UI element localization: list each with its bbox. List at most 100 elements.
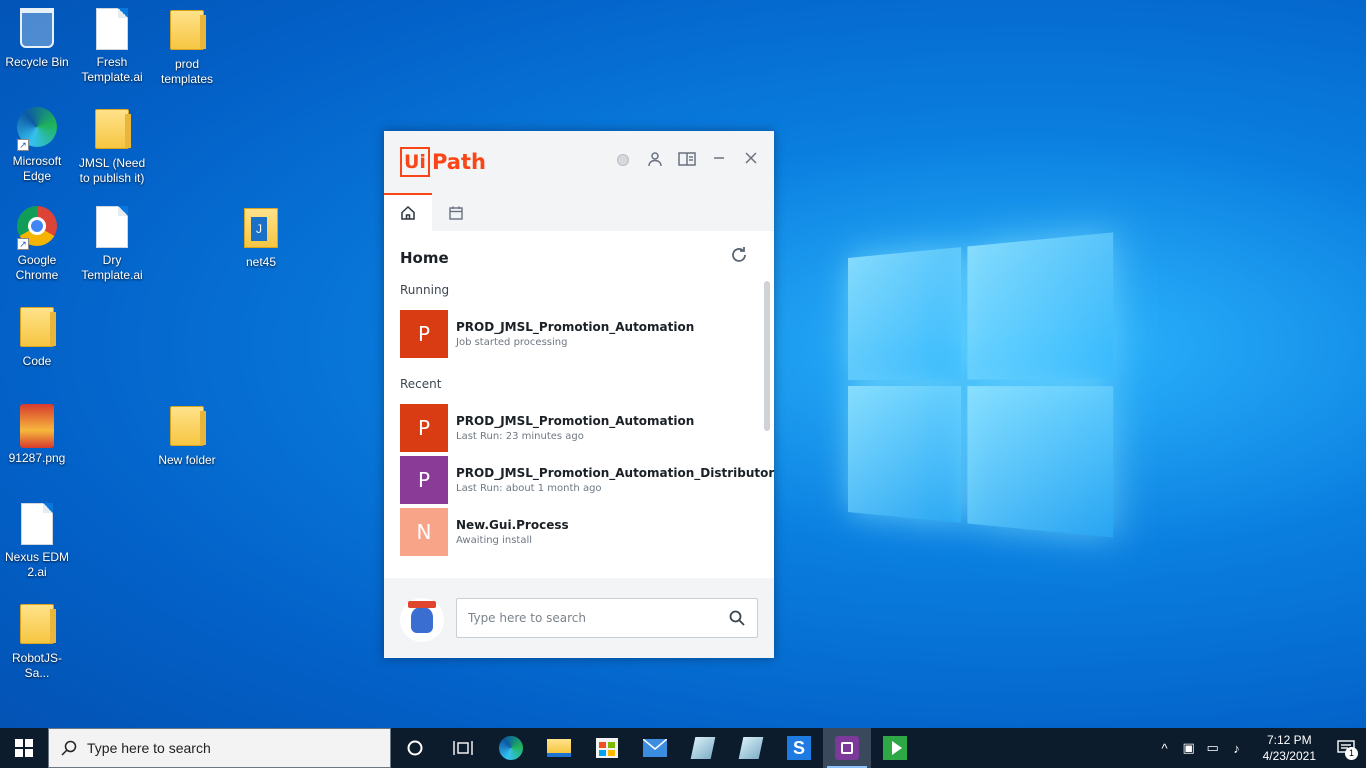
search-icon[interactable] bbox=[728, 609, 746, 627]
desktop-icon-label: Microsoft Edge bbox=[0, 154, 74, 184]
home-icon bbox=[400, 205, 416, 221]
display-icon[interactable]: ▭ bbox=[1201, 740, 1225, 756]
process-item[interactable]: P PROD_JMSL_Promotion_Automation Job sta… bbox=[400, 310, 750, 358]
clock[interactable]: 7:12 PM 4/23/2021 bbox=[1263, 732, 1316, 764]
logo-path-text: Path bbox=[432, 150, 486, 174]
desktop-icon-91287-png[interactable]: 91287.png bbox=[0, 404, 74, 466]
desktop-icon-net45[interactable]: J net45 bbox=[224, 206, 298, 270]
edge-icon: ↗ bbox=[17, 107, 57, 151]
close-icon[interactable] bbox=[742, 151, 760, 169]
windows-icon bbox=[15, 739, 33, 757]
clock-date: 4/23/2021 bbox=[1263, 748, 1316, 764]
desktop-icon-label: Fresh Template.ai bbox=[75, 55, 149, 85]
desktop-icon-jmsl[interactable]: JMSL (Need to publish it) bbox=[75, 107, 149, 186]
desktop-icon-new-folder[interactable]: New folder bbox=[150, 404, 224, 468]
volume-icon[interactable]: ♪ bbox=[1225, 741, 1249, 756]
page-title: Home bbox=[400, 249, 449, 267]
taskbar-uipath-studio[interactable]: S bbox=[775, 728, 823, 768]
desktop-icon-nexus-edm[interactable]: Nexus EDM 2.ai bbox=[0, 503, 74, 580]
user-icon[interactable] bbox=[646, 151, 664, 169]
task-view-button[interactable] bbox=[439, 728, 487, 768]
taskbar-store[interactable] bbox=[583, 728, 631, 768]
studio-icon: S bbox=[787, 736, 811, 760]
app-icon bbox=[691, 737, 716, 759]
logo-ui-text: Ui bbox=[400, 147, 430, 177]
task-view-icon bbox=[453, 739, 473, 757]
desktop-icon-microsoft-edge[interactable]: ↗ Microsoft Edge bbox=[0, 107, 74, 184]
taskbar-mail[interactable] bbox=[631, 728, 679, 768]
file-icon bbox=[17, 503, 57, 547]
file-icon bbox=[92, 206, 132, 250]
image-file-icon bbox=[17, 404, 57, 448]
process-status: Last Run: about 1 month ago bbox=[456, 483, 774, 494]
taskbar-app-2[interactable] bbox=[727, 728, 775, 768]
process-badge: P bbox=[400, 456, 448, 504]
process-status: Job started processing bbox=[456, 337, 694, 348]
assistant-search-box[interactable] bbox=[456, 598, 758, 638]
panel-toggle-icon[interactable] bbox=[678, 151, 696, 169]
robot-player-icon bbox=[883, 736, 907, 760]
folder-icon bbox=[167, 406, 207, 450]
folder-icon bbox=[547, 739, 571, 757]
connection-status-icon[interactable] bbox=[617, 154, 629, 166]
cortana-button[interactable] bbox=[391, 728, 439, 768]
app-icon bbox=[739, 737, 764, 759]
desktop-icon-label: Recycle Bin bbox=[0, 55, 74, 70]
home-panel: Home Running P PROD_JMSL_Promotion_Autom… bbox=[384, 231, 774, 578]
process-name: PROD_JMSL_Promotion_Automation bbox=[456, 320, 694, 334]
desktop-icon-code[interactable]: Code bbox=[0, 305, 74, 369]
assistant-search-input[interactable] bbox=[468, 611, 728, 625]
folder-icon bbox=[167, 10, 207, 54]
tab-bar bbox=[384, 195, 774, 231]
taskbar: Type here to search S ^ ▣ ▭ ♪ 7:12 PM 4/… bbox=[0, 728, 1366, 768]
start-button[interactable] bbox=[0, 728, 48, 768]
recycle-bin-icon bbox=[17, 8, 57, 52]
folder-icon bbox=[17, 604, 57, 648]
cortana-icon bbox=[406, 739, 424, 757]
desktop-icon-label: Nexus EDM 2.ai bbox=[0, 550, 74, 580]
file-icon bbox=[92, 8, 132, 52]
process-badge: P bbox=[400, 404, 448, 452]
notification-count-badge: 1 bbox=[1345, 747, 1358, 760]
taskbar-uipath-assistant[interactable] bbox=[823, 728, 871, 768]
tab-home[interactable] bbox=[384, 193, 432, 231]
taskbar-edge[interactable] bbox=[487, 728, 535, 768]
uipath-assistant-window: Ui Path Home Running P PROD_JMSL_Promoti… bbox=[384, 131, 774, 658]
recent-section-label: Recent bbox=[400, 377, 441, 391]
desktop-icon-robotjs[interactable]: RobotJS-Sa... bbox=[0, 602, 74, 681]
desktop-icon-prod-templates[interactable]: prod templates bbox=[150, 8, 224, 87]
notification-center-button[interactable]: 1 bbox=[1326, 728, 1366, 768]
taskbar-uipath-robot[interactable] bbox=[871, 728, 919, 768]
network-status-icon[interactable]: ▣ bbox=[1177, 740, 1201, 756]
taskbar-app-1[interactable] bbox=[679, 728, 727, 768]
desktop-icon-recycle-bin[interactable]: Recycle Bin bbox=[0, 8, 74, 70]
uipath-logo: Ui Path bbox=[400, 147, 486, 177]
desktop-icon-label: JMSL (Need to publish it) bbox=[75, 156, 149, 186]
system-tray: ^ ▣ ▭ ♪ 7:12 PM 4/23/2021 1 bbox=[1153, 728, 1366, 768]
taskbar-search-box[interactable]: Type here to search bbox=[48, 728, 391, 768]
process-badge: P bbox=[400, 310, 448, 358]
running-section-label: Running bbox=[400, 283, 449, 297]
chevron-up-icon[interactable]: ^ bbox=[1153, 741, 1177, 756]
process-name: PROD_JMSL_Promotion_Automation bbox=[456, 414, 694, 428]
process-name: PROD_JMSL_Promotion_Automation_Distribut… bbox=[456, 466, 774, 480]
desktop-icon-google-chrome[interactable]: ↗ Google Chrome bbox=[0, 206, 74, 283]
process-item[interactable]: N New.Gui.Process Awaiting install bbox=[400, 508, 750, 556]
assistant-icon bbox=[835, 736, 859, 760]
desktop-icon-label: Google Chrome bbox=[0, 253, 74, 283]
refresh-icon[interactable] bbox=[728, 245, 750, 267]
desktop-icon-label: Code bbox=[0, 354, 74, 369]
process-item[interactable]: P PROD_JMSL_Promotion_Automation Last Ru… bbox=[400, 404, 750, 452]
minimize-icon[interactable] bbox=[710, 151, 728, 169]
search-icon bbox=[61, 740, 77, 756]
window-controls bbox=[614, 151, 760, 169]
calendar-icon bbox=[448, 205, 464, 221]
tab-calendar[interactable] bbox=[432, 195, 480, 231]
process-item[interactable]: P PROD_JMSL_Promotion_Automation_Distrib… bbox=[400, 456, 750, 504]
desktop-icon-label: New folder bbox=[150, 453, 224, 468]
desktop-icon-fresh-template[interactable]: Fresh Template.ai bbox=[75, 8, 149, 85]
taskbar-file-explorer[interactable] bbox=[535, 728, 583, 768]
scrollbar[interactable] bbox=[764, 281, 770, 431]
robot-avatar[interactable] bbox=[400, 598, 444, 642]
desktop-icon-dry-template[interactable]: Dry Template.ai bbox=[75, 206, 149, 283]
